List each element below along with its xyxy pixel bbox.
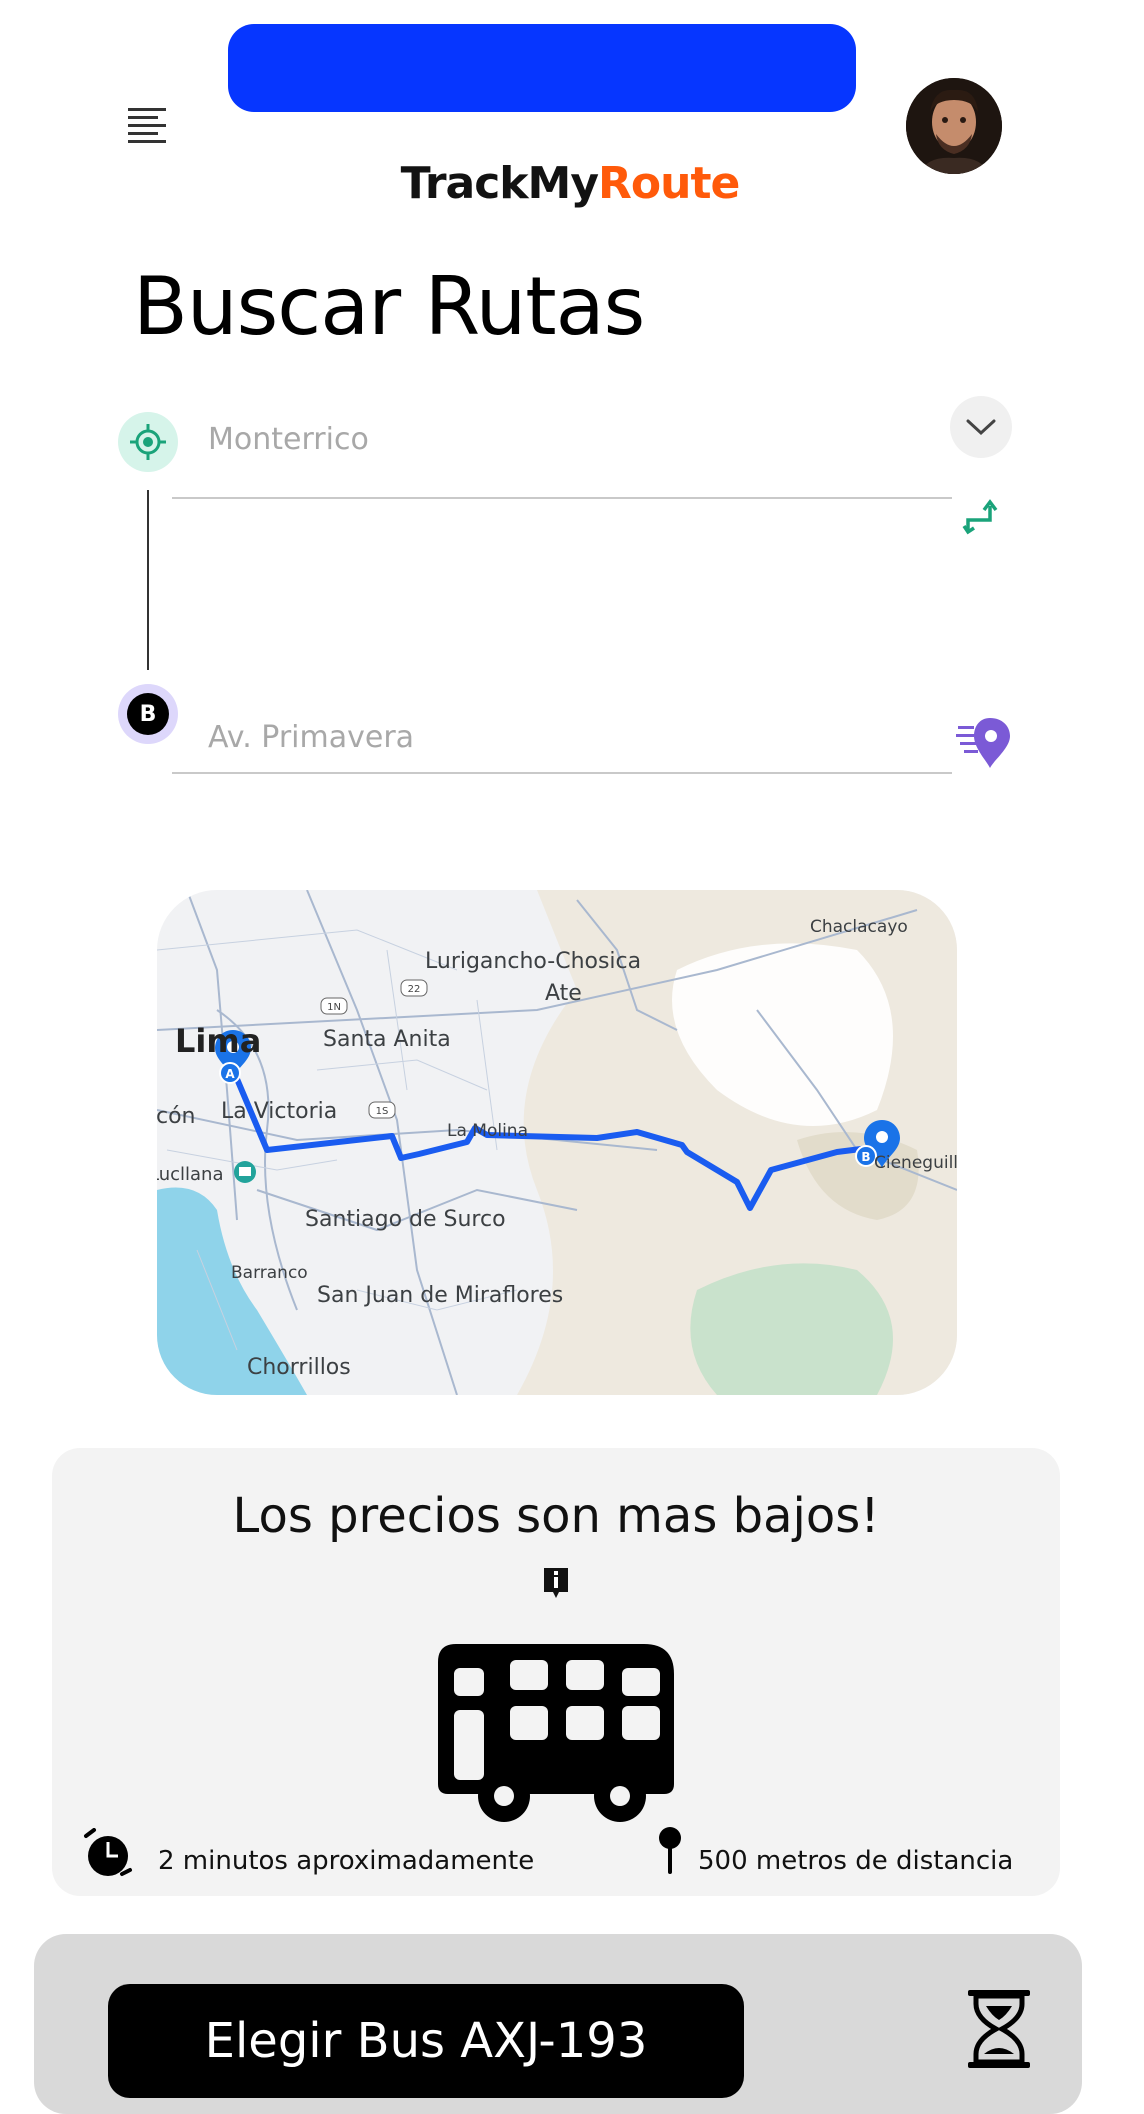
map-label-chorrillos: Chorrillos: [247, 1355, 351, 1380]
destination-input[interactable]: Av. Primavera: [208, 720, 414, 755]
map-label-chaclacayo: Chaclacayo: [810, 917, 908, 937]
timer-icon: [82, 1828, 136, 1880]
map-label-la-victoria: La Victoria: [221, 1099, 337, 1124]
top-banner: [228, 24, 856, 112]
brand-logo: TrackMy Route: [360, 158, 780, 218]
page-title: Buscar Rutas: [133, 260, 645, 353]
route-connector-line: [147, 490, 149, 670]
map-label-lucllana: Lucllana: [157, 1164, 224, 1185]
map-label-ancon: Ancón: [157, 1104, 196, 1129]
map-marker-b-label: B: [861, 1150, 870, 1164]
avatar[interactable]: [906, 78, 1002, 174]
map-label-san-juan: San Juan de Miraflores: [317, 1283, 563, 1308]
map-marker-a-label: A: [225, 1067, 235, 1081]
eta-text: 2 minutos aproximadamente: [158, 1846, 535, 1876]
origin-marker: [118, 412, 178, 472]
info-card-title: Los precios son mas bajos!: [232, 1488, 880, 1544]
origin-input-underline: [172, 497, 952, 499]
brand-name-accent: Route: [598, 158, 740, 209]
origin-input[interactable]: Monterrico: [208, 422, 369, 457]
destination-input-underline: [172, 772, 952, 774]
map-label-santa-anita: Santa Anita: [323, 1027, 451, 1052]
bus-icon: [438, 1644, 678, 1826]
distance-text: 500 metros de distancia: [698, 1846, 1014, 1876]
destination-marker: B: [118, 684, 178, 744]
map-label-cieneguilla: Cieneguilla: [874, 1153, 957, 1173]
road-badge-1n: 1N: [327, 1002, 341, 1013]
map-label-santiago-de-surco: Santiago de Surco: [305, 1207, 506, 1232]
road-badge-1s: 1S: [376, 1106, 389, 1117]
menu-icon[interactable]: [128, 108, 166, 144]
map-label-lima: Lima: [175, 1022, 261, 1060]
map-label-barranco: Barranco: [231, 1263, 308, 1283]
map-label-la-molina: La Molina: [447, 1121, 528, 1141]
chevron-down-icon: [966, 419, 996, 436]
destination-marker-label: B: [127, 693, 169, 735]
speed-pin-icon[interactable]: [956, 712, 1012, 772]
info-icon[interactable]: [542, 1566, 570, 1600]
map-label-ate: Ate: [545, 981, 582, 1006]
route-map[interactable]: A B 1N 22 1S Chaclacayo Lurigancho-Chosi…: [157, 890, 957, 1395]
pin-icon: [655, 1826, 685, 1876]
brand-name-primary: TrackMy: [400, 158, 599, 209]
map-label-lurigancho: Lurigancho-Chosica: [425, 949, 641, 974]
map-canvas[interactable]: A B 1N 22 1S Chaclacayo Lurigancho-Chosi…: [157, 890, 957, 1395]
locate-target-icon: [130, 424, 166, 460]
road-badge-22: 22: [408, 984, 421, 995]
swap-route-icon[interactable]: [962, 498, 998, 536]
hourglass-icon[interactable]: [966, 1990, 1032, 2068]
origin-dropdown-button[interactable]: [950, 396, 1012, 458]
choose-bus-button[interactable]: Elegir Bus AXJ-193: [108, 1984, 744, 2098]
